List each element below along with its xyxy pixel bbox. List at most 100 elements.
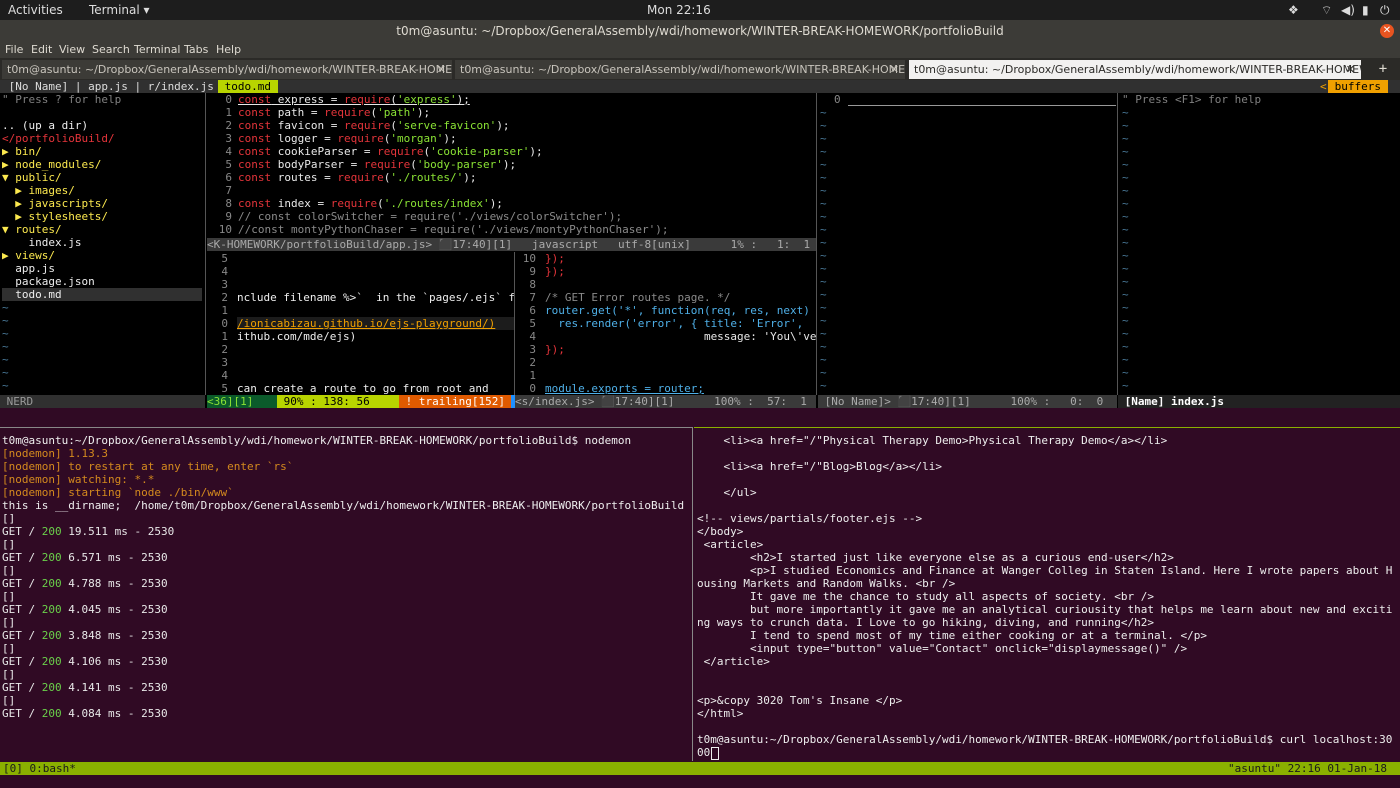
menu-terminal[interactable]: Terminal [134, 43, 181, 56]
empty-line-marker: ~ [1122, 275, 1129, 288]
markdown-line: nclude filename %>` in the `pages/.ejs` … [237, 291, 514, 304]
vim-tab-active[interactable]: todo.md [218, 80, 278, 93]
nerdtree-item[interactable]: ▼ public/ [2, 171, 62, 184]
empty-line-marker: ~ [2, 314, 9, 327]
line-number: 0 [529, 382, 536, 395]
help-pane[interactable]: ~ ~ ~ ~ ~ ~ ~ ~ ~ ~ ~ ~ ~ ~ ~ ~ ~ ~ ~ ~ ~ ~ [1118, 106, 1400, 394]
window-title: t0m@asuntu: ~/Dropbox/GeneralAssembly/wd… [396, 24, 1004, 38]
code-line: /* GET Error routes page. */ [545, 291, 731, 304]
pane-divider[interactable] [816, 93, 817, 395]
vim-buffers-tag[interactable]: buffers [1328, 80, 1388, 93]
empty-line-marker: ~ [820, 353, 827, 366]
battery-icon[interactable]: ▮ [1362, 3, 1369, 17]
code-line: }); [545, 252, 565, 265]
terminal-line: [] [2, 616, 16, 629]
empty-line-marker: ~ [1122, 197, 1129, 210]
nerdtree-item[interactable]: app.js [2, 262, 55, 275]
menu-bar: File Edit View Search Terminal Tabs Help [0, 42, 1400, 58]
empty-line-marker: ~ [1122, 379, 1129, 392]
empty-line-marker: ~ [820, 197, 827, 210]
bash-pane-right[interactable]: <li><a href="/"Physical Therapy Demo>Phy… [697, 434, 1399, 764]
close-icon[interactable]: ✕ [1346, 60, 1355, 79]
nerdtree-item[interactable]: ▼ routes/ [2, 223, 62, 236]
dropbox-icon[interactable]: ❖ [1288, 3, 1299, 17]
menu-file[interactable]: File [5, 43, 23, 56]
code-line: const path = require('path'); [238, 106, 431, 119]
line-number: 7 [225, 184, 232, 197]
close-window-button[interactable]: ✕ [1380, 24, 1394, 38]
terminal-tab-bar: t0m@asuntu: ~/Dropbox/GeneralAssembly/wd… [0, 58, 1400, 80]
terminal-line: </article> [697, 655, 770, 668]
terminal-line: ousing Markets and Random Walks. <br /> [697, 577, 956, 590]
close-icon[interactable]: ✕ [890, 60, 899, 79]
terminal-line: GET / 200 4.141 ms - 2530 [2, 681, 168, 694]
nerdtree-item[interactable]: ▶ javascripts/ [2, 197, 108, 210]
terminal-line: [] [2, 590, 16, 603]
appjs-pane[interactable]: 0 const express = require('express'); 1 con… [210, 93, 816, 238]
clock[interactable]: Mon 22:16 [647, 3, 711, 17]
todo-pane[interactable]: 5 4 3 2 nclude filename %>` in the `pages/.e… [210, 252, 514, 395]
markdown-line: ithub.com/mde/ejs) [237, 330, 357, 343]
terminal-line: <h2>I started just like everyone else as… [697, 551, 1174, 564]
todo-status-trailing: ! trailing[152] [399, 395, 511, 408]
nerdtree-item[interactable]: </portfolioBuild/ [2, 132, 115, 145]
nerdtree-pane[interactable]: " Press ? for help .. (up a dir) </portfo… [0, 93, 205, 395]
terminal-tab-3[interactable]: t0m@asuntu: ~/Dropbox/GeneralAssembly/wd… [909, 60, 1361, 79]
code-line: }); [545, 265, 565, 278]
indexjs-pane[interactable]: 10}); 9}); 8 7 /* GET Error routes page. */ 6… [518, 252, 816, 395]
power-icon[interactable]: ⏻ [1380, 3, 1390, 18]
markdown-line: /ionicabizau.github.io/ejs-playground/) [237, 317, 514, 330]
bash-pane-left[interactable]: t0m@asuntu:~/Dropbox/GeneralAssembly/wdi… [2, 434, 690, 764]
nerdtree-item[interactable]: .. (up a dir) [2, 119, 88, 132]
nerdtree-item[interactable]: ▶ bin/ [2, 145, 42, 158]
menu-view[interactable]: View [59, 43, 85, 56]
empty-line-marker: ~ [820, 314, 827, 327]
help-pane-hint: " Press <F1> for help [1122, 93, 1262, 106]
terminal-line: [] [2, 538, 16, 551]
empty-line-marker: ~ [820, 119, 827, 132]
terminal-area[interactable]: [No Name] | app.js | r/index.js todo.md … [0, 80, 1400, 788]
nerdtree-item[interactable]: ▶ stylesheets/ [2, 210, 108, 223]
close-icon[interactable]: ✕ [437, 60, 446, 79]
menu-help[interactable]: Help [216, 43, 241, 56]
nerdtree-item[interactable]: todo.md [2, 288, 202, 301]
activities-button[interactable]: Activities [8, 3, 63, 17]
terminal-tab-1[interactable]: t0m@asuntu: ~/Dropbox/GeneralAssembly/wd… [2, 60, 452, 79]
empty-line-marker: ~ [820, 210, 827, 223]
menu-tabs[interactable]: Tabs [184, 43, 208, 56]
terminal-app-menu[interactable]: Terminal ▾ [89, 3, 150, 17]
tmux-pane-border [0, 427, 692, 428]
new-tab-button[interactable]: + [1370, 60, 1396, 79]
line-number: 10 [522, 252, 536, 265]
nerdtree-item[interactable]: index.js [2, 236, 81, 249]
terminal-line: GET / 200 4.045 ms - 2530 [2, 603, 168, 616]
nerdtree-item[interactable]: ▶ images/ [2, 184, 75, 197]
menu-edit[interactable]: Edit [31, 43, 52, 56]
nerdtree-item[interactable]: ▶ views/ [2, 249, 55, 262]
vim-tabline-inactive[interactable]: [No Name] | app.js | r/index.js [2, 80, 221, 93]
markdown-line: can create a route to go from root and [237, 382, 489, 395]
nerdtree-item[interactable]: package.json [2, 275, 94, 288]
empty-line-marker: ~ [1122, 327, 1129, 340]
pane-divider[interactable] [205, 93, 206, 395]
line-number: 0 [225, 93, 232, 106]
wifi-icon[interactable]: ⌔ [1321, 3, 1332, 18]
terminal-line: t0m@asuntu:~/Dropbox/GeneralAssembly/wdi… [697, 733, 1393, 746]
pane-divider[interactable] [514, 252, 515, 395]
code-line: module.exports = router; [545, 382, 704, 395]
tmux-pane-divider[interactable] [692, 427, 693, 761]
terminal-tab-2[interactable]: t0m@asuntu: ~/Dropbox/GeneralAssembly/wd… [455, 60, 905, 79]
tmux-window-list[interactable]: [0] 0:bash* [3, 762, 76, 775]
terminal-line: this is __dirname; /home/t0m/Dropbox/Gen… [2, 499, 685, 512]
line-number: 3 [529, 343, 536, 356]
menu-search[interactable]: Search [92, 43, 130, 56]
terminal-cursor [711, 747, 719, 760]
nerdtree-item[interactable]: ▶ node_modules/ [2, 158, 101, 171]
nerdtree-help: " Press ? for help [2, 93, 122, 106]
noname-pane[interactable]: ~ ~ ~ ~ ~ ~ ~ ~ ~ ~ ~ ~ ~ ~ ~ ~ ~ ~ ~ ~ ~ ~ [818, 106, 1116, 394]
volume-icon[interactable]: ◀) [1341, 3, 1355, 17]
terminal-line: GET / 200 3.848 ms - 2530 [2, 629, 168, 642]
line-number: 4 [225, 145, 232, 158]
line-number: 4 [221, 369, 228, 382]
line-number: 4 [529, 330, 536, 343]
